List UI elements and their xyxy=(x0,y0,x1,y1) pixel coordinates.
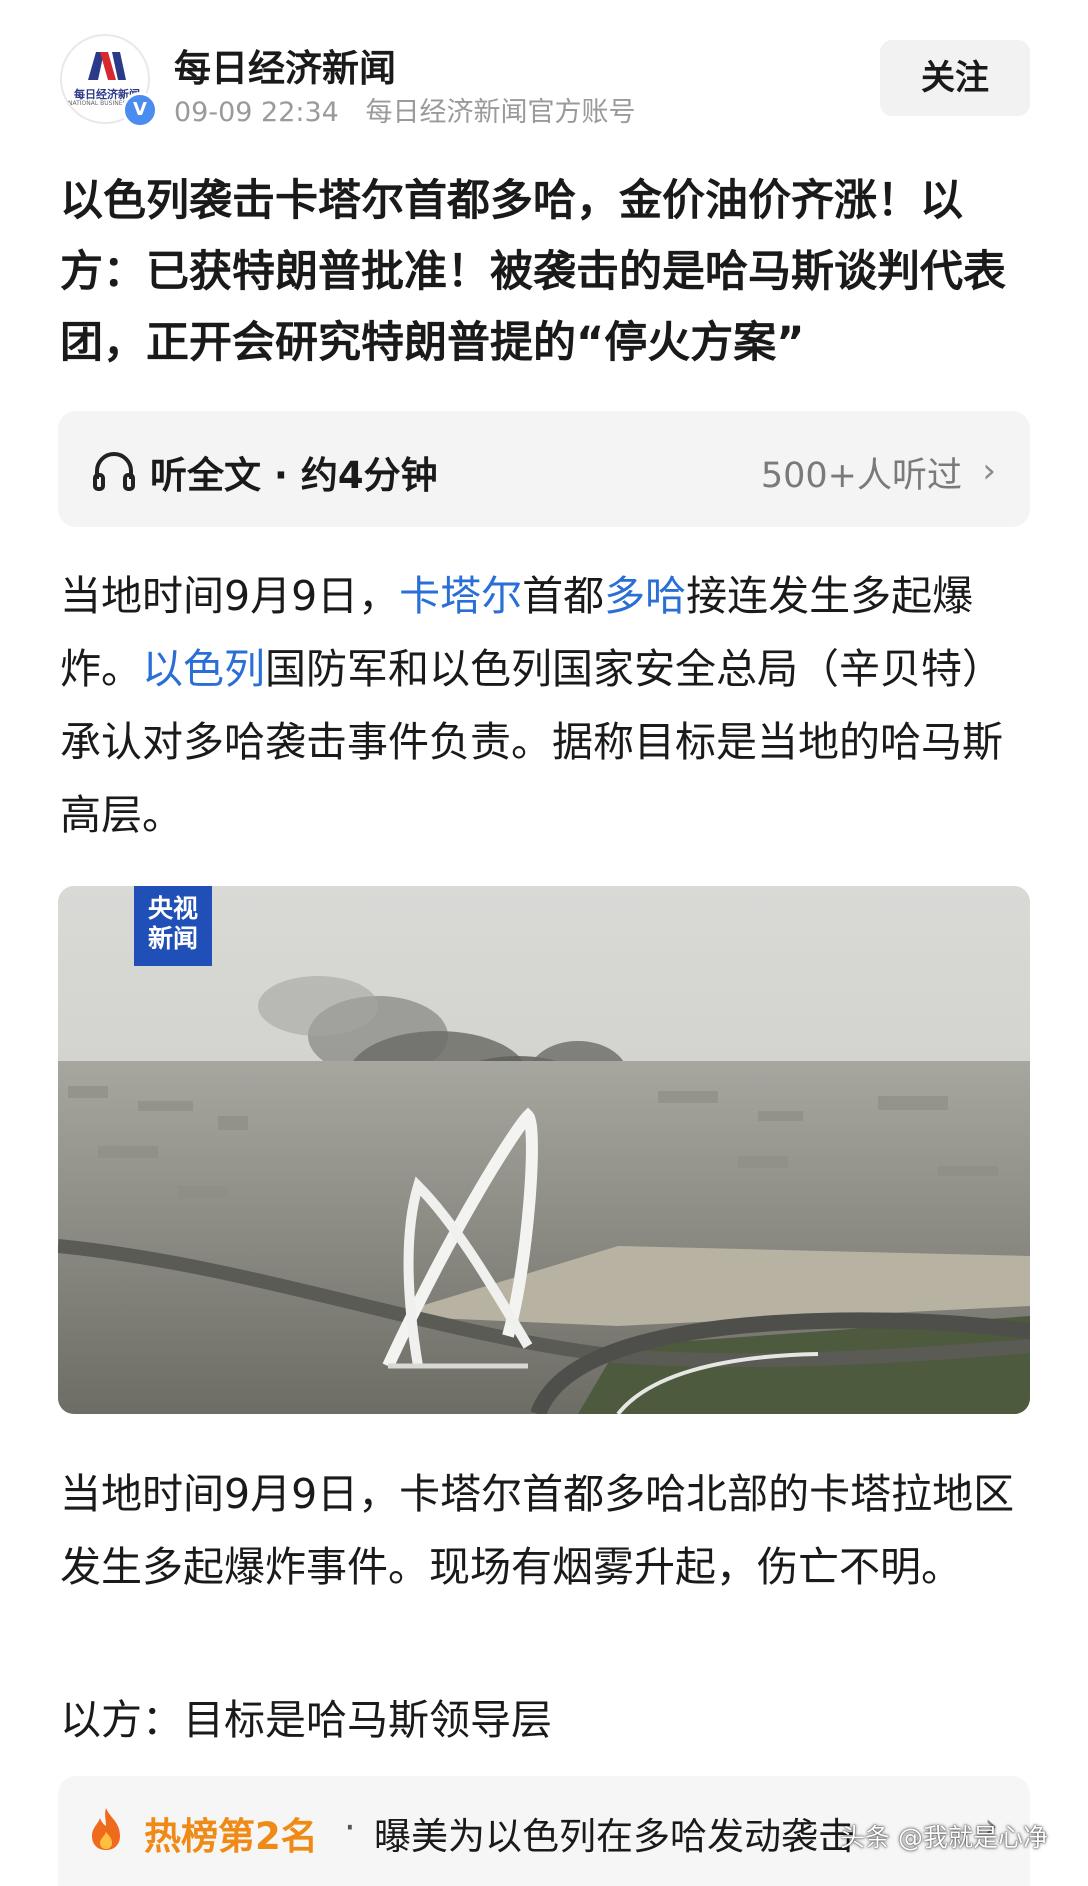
article-header: 每日经济新闻 NATIONAL BUSINESS DAILY V 每日经济新闻 … xyxy=(0,0,1088,130)
post-meta: 09-09 22:34 每日经济新闻官方账号 xyxy=(174,90,635,129)
paragraph-intro: 当地时间9月9日，卡塔尔首都多哈接连发生多起爆炸。以色列国防军和以色列国家安全总… xyxy=(60,560,1028,852)
follow-button[interactable]: 关注 xyxy=(880,40,1030,116)
verified-icon: V xyxy=(122,92,158,128)
cctv-news-logo: 央视 新闻 xyxy=(134,886,212,966)
separator-dot: · xyxy=(344,1806,356,1849)
hot-topic-text: 曝美为以色列在多哈发动袭击 xyxy=(374,1815,855,1858)
chevron-right-icon: › xyxy=(982,451,996,491)
paragraph-caption: 当地时间9月9日，卡塔尔首都多哈北部的卡塔拉地区发生多起爆炸事件。现场有烟雾升起… xyxy=(60,1470,1015,1591)
article-title: 以色列袭击卡塔尔首都多哈，金价油价齐涨！以方：已获特朗普批准！被袭击的是哈马斯谈… xyxy=(60,176,1006,368)
watermark: 头条 @我就是心净 xyxy=(840,1823,1048,1852)
account-description: 每日经济新闻官方账号 xyxy=(365,97,636,128)
news-photo[interactable]: 央视 新闻 xyxy=(58,886,1030,1414)
text-segment: 当地时间9月9日， xyxy=(60,572,400,620)
publisher-logo-icon xyxy=(88,52,126,80)
link-qatar[interactable]: 卡塔尔 xyxy=(399,572,522,620)
post-time: 09-09 22:34 xyxy=(174,97,339,128)
author-name[interactable]: 每日经济新闻 xyxy=(174,38,396,92)
listen-count: 500+人听过 xyxy=(760,456,962,496)
listen-full-text-bar[interactable]: 听全文 · 约4分钟 500+人听过 › xyxy=(58,411,1030,527)
logo-line-2: 新闻 xyxy=(147,924,198,953)
paragraph-subheading: 以方：目标是哈马斯领导层 xyxy=(60,1696,552,1744)
flame-icon xyxy=(92,1808,120,1850)
hot-rank-label: 热榜第2名 xyxy=(144,1815,318,1858)
logo-line-1: 央视 xyxy=(147,894,198,923)
listen-label: 听全文 · 约4分钟 xyxy=(150,454,438,497)
link-israel[interactable]: 以色列 xyxy=(142,645,265,693)
link-doha[interactable]: 多哈 xyxy=(604,572,686,620)
text-segment: 首都 xyxy=(522,572,605,620)
headphones-icon xyxy=(93,452,135,491)
